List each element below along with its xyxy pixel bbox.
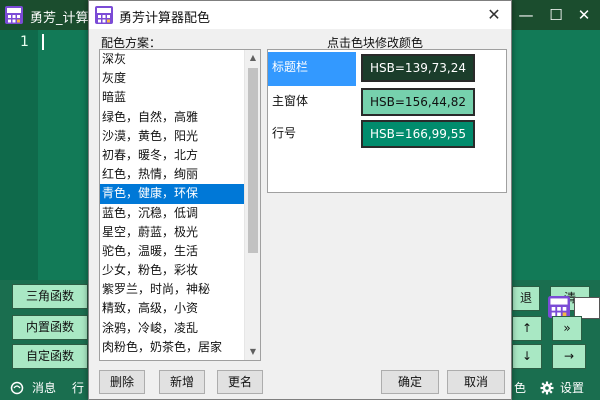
up-arrow-button[interactable]: ↑ <box>512 316 542 341</box>
scheme-list-item[interactable]: 绿色，自然，高雅 <box>100 108 245 127</box>
preview-row-title-bar[interactable]: 标题栏 HSB=139,73,24 <box>268 52 506 86</box>
right-arrow-button[interactable]: → <box>552 344 586 369</box>
scheme-list-item[interactable]: 初春，暖冬，北方 <box>100 146 245 165</box>
color-scheme-dialog: 勇芳计算器配色 ✕ 配色方案： 点击色块修改颜色 深灰 灰度 暗蓝 绿色，自然，高雅沙… <box>88 0 512 400</box>
scroll-up-icon[interactable]: ▲ <box>245 50 260 66</box>
minimize-button[interactable]: — <box>512 0 540 30</box>
scheme-list-item[interactable]: 灰度 <box>100 69 245 88</box>
scheme-list-item[interactable]: 肉粉色，奶茶色，居家 <box>100 338 245 357</box>
main-window-color-swatch[interactable]: HSB=156,44,82 <box>361 88 475 116</box>
dialog-title-bar: 勇芳计算器配色 ✕ <box>89 1 511 29</box>
preview-row-line-number[interactable]: 行号 HSB=166,99,55 <box>268 118 506 152</box>
color-preview-panel: 标题栏 HSB=139,73,24 主窗体 HSB=156,44,82 行号 H… <box>267 49 507 193</box>
down-arrow-button[interactable]: ↓ <box>512 344 542 369</box>
main-close-button[interactable]: ✕ <box>570 0 598 30</box>
new-scheme-button[interactable]: 新增 <box>159 370 205 394</box>
line-number: 1 <box>20 34 29 50</box>
dialog-close-button[interactable]: ✕ <box>477 1 511 29</box>
message-icon <box>10 381 24 395</box>
custom-functions-button[interactable]: 自定函数 <box>12 344 88 369</box>
calculator-app-icon <box>95 6 113 24</box>
preview-label-main-window[interactable]: 主窗体 <box>268 86 356 120</box>
scheme-list-item[interactable]: 蓝色，沉稳，低调 <box>100 204 245 223</box>
preview-label-title-bar[interactable]: 标题栏 <box>268 52 356 86</box>
expand-button[interactable]: » <box>552 316 582 341</box>
delete-scheme-button[interactable]: 删除 <box>99 370 145 394</box>
scheme-list-item[interactable]: 少女，粉色，彩妆 <box>100 261 245 280</box>
calculator-small-icon <box>548 296 570 318</box>
scheme-list-item[interactable]: 涂鸦，冷峻，凌乱 <box>100 319 245 338</box>
scheme-list-scrollbar[interactable]: ▲ ▼ <box>244 50 260 360</box>
preview-label-line-number[interactable]: 行号 <box>268 118 356 152</box>
scheme-list-item[interactable]: 沙漠，黄色，阳光 <box>100 127 245 146</box>
title-bar-color-swatch[interactable]: HSB=139,73,24 <box>361 54 475 82</box>
line-number-gutter <box>0 30 38 280</box>
scheme-list-item[interactable]: 星空，蔚蓝，极光 <box>100 223 245 242</box>
calculator-app-icon <box>5 6 23 24</box>
scheme-list-item[interactable]: 暗蓝 <box>100 88 245 107</box>
status-color[interactable]: 色 <box>514 379 526 396</box>
status-row[interactable]: 行 <box>72 379 84 396</box>
scheme-list-item[interactable]: 紫罗兰，时尚，神秘 <box>100 280 245 299</box>
builtin-functions-button[interactable]: 内置函数 <box>12 315 88 340</box>
text-cursor <box>42 34 44 50</box>
scheme-list-item[interactable]: 青色，健康，环保 <box>100 184 245 204</box>
scheme-list-items: 深灰 灰度 暗蓝 绿色，自然，高雅 沙漠，黄色，阳光 初春，暖冬，北方 红色，热情，绚丽 青色… <box>100 50 245 357</box>
scheme-list-item[interactable]: 红色，热情，绚丽 <box>100 165 245 184</box>
gear-icon <box>540 381 554 395</box>
scheme-list-item[interactable]: 精致，高级，小资 <box>100 299 245 318</box>
rename-scheme-button[interactable]: 更名 <box>217 370 263 394</box>
settings-link[interactable]: 设置 <box>560 379 584 396</box>
ok-button[interactable]: 确定 <box>381 370 439 394</box>
trig-functions-button[interactable]: 三角函数 <box>12 284 88 309</box>
preview-row-main-window[interactable]: 主窗体 HSB=156,44,82 <box>268 86 506 120</box>
scrollbar-thumb[interactable] <box>248 68 258 253</box>
dialog-title: 勇芳计算器配色 <box>119 11 211 26</box>
cancel-button[interactable]: 取消 <box>447 370 505 394</box>
line-number-color-swatch[interactable]: HSB=166,99,55 <box>361 120 475 148</box>
scheme-list-item[interactable]: 驼色，温暖，生活 <box>100 242 245 261</box>
scheme-list[interactable]: 深灰 灰度 暗蓝 绿色，自然，高雅 沙漠，黄色，阳光 初春，暖冬，北方 红色，热情，绚丽 青色… <box>99 49 261 361</box>
maximize-button[interactable]: ☐ <box>542 0 570 30</box>
scheme-list-item[interactable]: 深灰 <box>100 50 245 69</box>
scroll-down-icon[interactable]: ▼ <box>245 344 260 360</box>
status-message[interactable]: 消息 <box>32 379 56 396</box>
backspace-button[interactable]: 退 <box>512 286 540 311</box>
